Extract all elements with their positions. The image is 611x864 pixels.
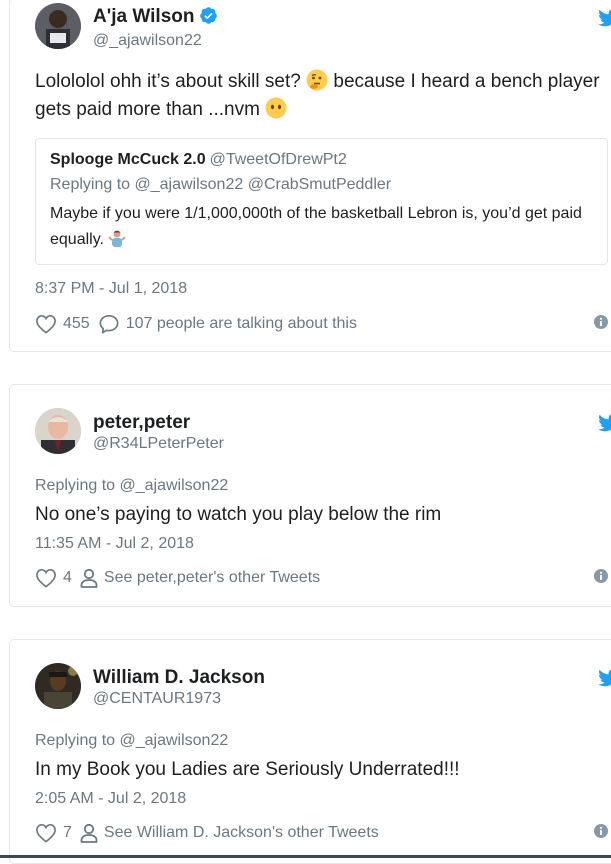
twitter-bird-icon[interactable] <box>598 669 611 687</box>
verified-badge-icon <box>200 7 218 24</box>
tweet-actions: 4 See peter,peter's other Tweets <box>35 567 608 589</box>
heart-icon <box>36 314 56 334</box>
tweet-text: Lolololol ohh it’s about skill set? beca… <box>35 69 600 120</box>
info-icon[interactable] <box>594 315 608 329</box>
tweet-text: In my Book you Ladies are Seriously Unde… <box>35 759 460 780</box>
tweet-actions: 455 107 people are talking about this <box>35 313 608 335</box>
person-icon <box>80 568 98 588</box>
tweet-card[interactable]: peter,peter @R34LPeterPeter Replying to … <box>9 384 611 607</box>
tweet-timestamp[interactable]: 8:37 PM - Jul 1, 2018 <box>35 280 187 298</box>
tweet-timestamp[interactable]: 2:05 AM - Jul 2, 2018 <box>35 790 186 808</box>
thinking-face-icon <box>306 69 328 91</box>
reply-conversation-link[interactable]: 107 people are talking about this <box>98 314 357 334</box>
speech-bubble-icon <box>99 315 119 334</box>
profile-tweets-link[interactable]: See peter,peter's other Tweets <box>80 568 320 588</box>
heart-icon <box>36 823 56 843</box>
display-name[interactable]: A'ja Wilson <box>93 6 218 28</box>
info-icon[interactable] <box>594 824 608 838</box>
profile-tweets-link[interactable]: See William D. Jackson's other Tweets <box>80 823 379 843</box>
avatar[interactable] <box>35 663 81 709</box>
twitter-bird-icon[interactable] <box>598 9 611 27</box>
tweet-actions: 7 See William D. Jackson's other Tweets <box>35 822 608 844</box>
quoted-tweet-author[interactable]: Splooge McCuck 2.0 @TweetOfDrewPt2 <box>50 151 347 169</box>
user-handle[interactable]: @CENTAUR1973 <box>93 690 221 708</box>
tweet-text: No one’s paying to watch you play below … <box>35 504 442 525</box>
tweet-card[interactable]: A'ja Wilson @_ajawilson22 Lolololol ohh … <box>9 0 611 352</box>
tweet-timestamp[interactable]: 11:35 AM - Jul 2, 2018 <box>35 535 194 553</box>
like-button[interactable]: 4 <box>35 568 72 588</box>
tweet-card[interactable]: William D. Jackson @CENTAUR1973 Replying… <box>9 639 611 864</box>
man-shrugging-icon <box>108 229 127 247</box>
heart-icon <box>36 568 56 588</box>
display-name[interactable]: William D. Jackson <box>93 667 265 689</box>
replying-to: Replying to @_ajawilson22 <box>35 732 229 749</box>
no-mouth-face-icon <box>265 97 287 119</box>
display-name[interactable]: peter,peter <box>93 412 190 434</box>
user-handle[interactable]: @R34LPeterPeter <box>93 435 224 453</box>
twitter-bird-icon[interactable] <box>598 414 611 432</box>
user-handle[interactable]: @_ajawilson22 <box>93 32 202 50</box>
quoted-replying-to: Replying to @_ajawilson22 @CrabSmutPeddl… <box>50 176 392 193</box>
like-button[interactable]: 455 <box>35 314 90 334</box>
avatar[interactable] <box>35 3 81 49</box>
person-icon <box>80 823 98 843</box>
quoted-tweet[interactable]: Splooge McCuck 2.0 @TweetOfDrewPt2 Replyi… <box>35 138 608 265</box>
quoted-tweet-text: Maybe if you were 1/1,000,000th of the b… <box>50 205 582 248</box>
replying-to: Replying to @_ajawilson22 <box>35 477 229 494</box>
mention-link[interactable]: @_ajawilson22 <box>120 477 229 494</box>
mention-link[interactable]: @_ajawilson22 <box>120 732 229 749</box>
avatar[interactable] <box>35 408 81 454</box>
info-icon[interactable] <box>594 569 608 583</box>
like-button[interactable]: 7 <box>35 823 72 843</box>
